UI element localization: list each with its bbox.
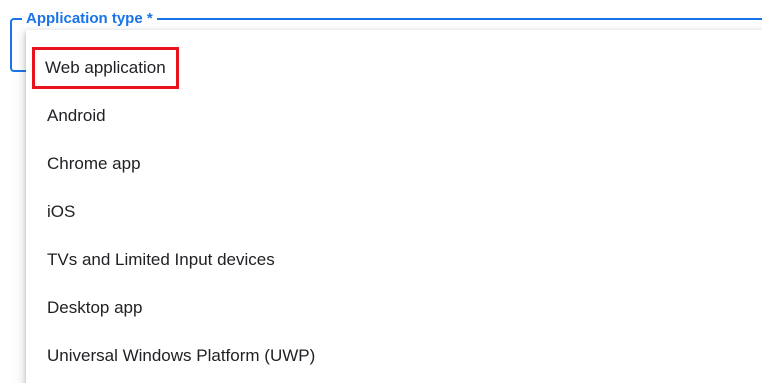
- menu-item-label: Universal Windows Platform (UWP): [47, 346, 316, 365]
- menu-item-label: Chrome app: [47, 154, 141, 173]
- menu-item-label: iOS: [47, 202, 76, 221]
- application-type-screen: Application type * Web application Andro…: [0, 0, 762, 383]
- application-type-label: Application type *: [22, 10, 157, 28]
- menu-item-label: Desktop app: [47, 298, 143, 317]
- menu-item-tvs-limited-input[interactable]: TVs and Limited Input devices: [26, 236, 762, 284]
- menu-item-chrome-app[interactable]: Chrome app: [26, 140, 762, 188]
- menu-item-ios[interactable]: iOS: [26, 188, 762, 236]
- menu-item-uwp[interactable]: Universal Windows Platform (UWP): [26, 332, 762, 380]
- menu-item-label: Web application: [32, 47, 179, 89]
- menu-item-label: TVs and Limited Input devices: [47, 250, 275, 269]
- menu-item-desktop-app[interactable]: Desktop app: [26, 284, 762, 332]
- menu-item-label: Android: [47, 106, 106, 125]
- application-type-dropdown-menu: Web application Android Chrome app iOS T…: [26, 30, 762, 383]
- menu-item-web-application[interactable]: Web application: [26, 44, 762, 92]
- menu-item-android[interactable]: Android: [26, 92, 762, 140]
